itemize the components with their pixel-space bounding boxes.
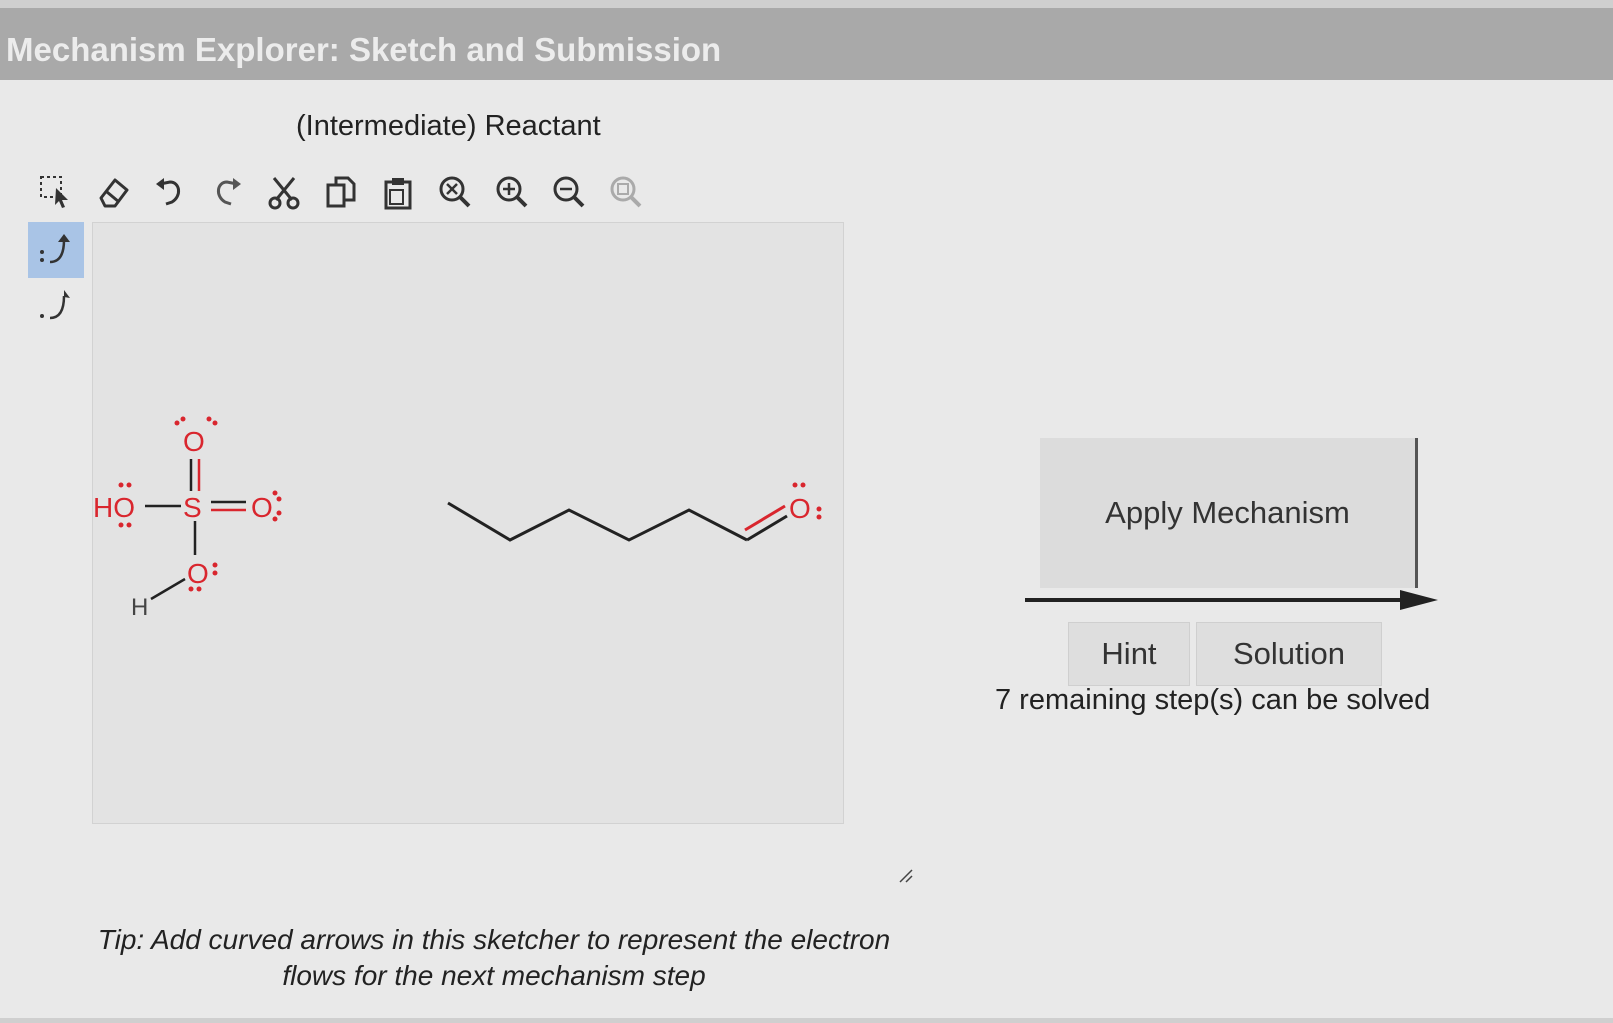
single-electron-arrow-icon[interactable]	[28, 278, 84, 334]
sketcher-toolbar	[36, 170, 646, 214]
cut-icon[interactable]	[264, 172, 304, 212]
paste-icon[interactable]	[378, 172, 418, 212]
zoom-out-icon[interactable]	[549, 172, 589, 212]
molecule-drawing: HO S O O O H O	[93, 416, 822, 622]
atom-s: S	[183, 492, 202, 523]
mechanism-window: Mechanism Explorer: Sketch and Submissio…	[0, 8, 1613, 1018]
zoom-in-icon[interactable]	[492, 172, 532, 212]
carbon-chain	[447, 501, 748, 542]
tip-text: Tip: Add curved arrows in this sketcher …	[64, 922, 924, 994]
electron-pair-arrow-icon[interactable]	[28, 222, 84, 278]
remaining-steps-text: 7 remaining step(s) can be solved	[995, 684, 1431, 716]
bond	[744, 504, 786, 532]
atom-h: H	[131, 594, 148, 621]
sketch-canvas[interactable]: HO S O O O H O	[92, 222, 844, 824]
atom-o-carbonyl: O	[789, 493, 811, 524]
atom-ho: HO	[93, 492, 135, 523]
arrow-palette	[28, 222, 84, 334]
tip-line-1: Tip: Add curved arrows in this sketcher …	[97, 924, 891, 955]
zoom-fit-icon[interactable]	[606, 172, 646, 212]
sulfuric-acid-molecule[interactable]: HO S O O O H	[93, 416, 282, 622]
zoom-reset-icon[interactable]	[435, 172, 475, 212]
window-title: Mechanism Explorer: Sketch and Submissio…	[0, 8, 1613, 80]
solution-button[interactable]: Solution	[1196, 622, 1382, 686]
undo-icon[interactable]	[150, 172, 190, 212]
apply-mechanism-button[interactable]: Apply Mechanism	[1040, 438, 1418, 588]
hint-button[interactable]: Hint	[1068, 622, 1190, 686]
bond	[746, 514, 788, 542]
panel-title: (Intermediate) Reactant	[296, 110, 601, 142]
atom-o-top: O	[183, 426, 205, 457]
reaction-arrow-icon	[1025, 590, 1438, 610]
eraser-icon[interactable]	[93, 172, 133, 212]
atom-o-bottom: O	[187, 558, 209, 589]
atom-o-right: O	[251, 492, 273, 523]
resize-handle-icon[interactable]	[896, 866, 914, 884]
redo-icon[interactable]	[207, 172, 247, 212]
select-icon[interactable]	[36, 172, 76, 212]
tip-line-2: flows for the next mechanism step	[282, 960, 706, 991]
aldehyde-molecule[interactable]: O	[447, 482, 822, 542]
bond	[150, 577, 186, 601]
copy-icon[interactable]	[321, 172, 361, 212]
